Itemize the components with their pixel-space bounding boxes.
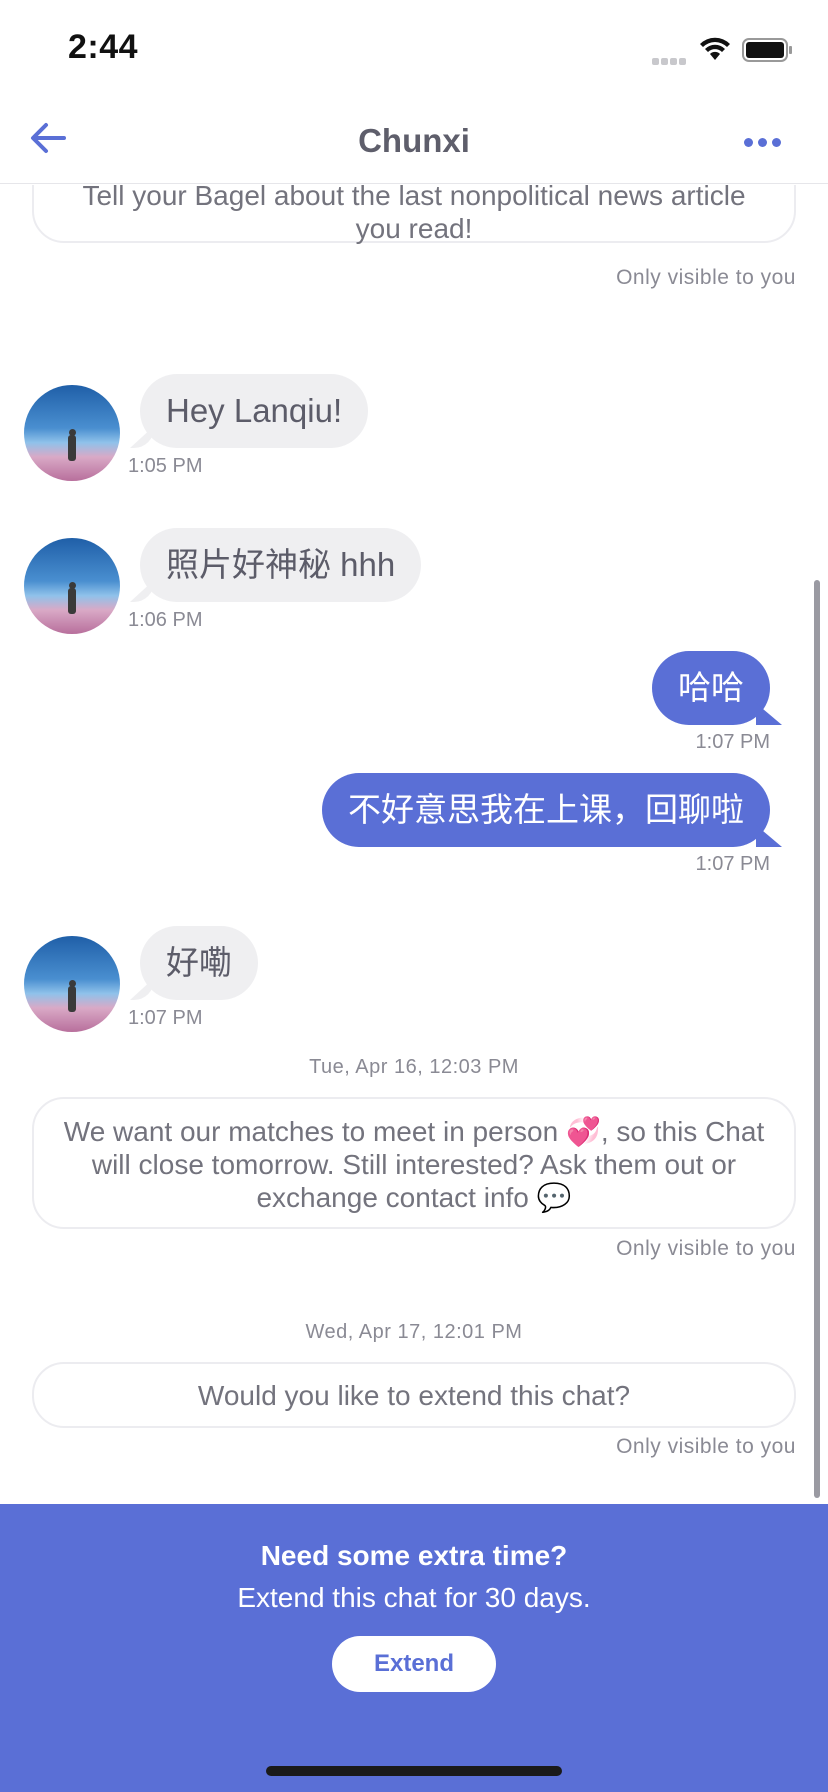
message-bubble-outgoing[interactable]: 哈哈: [652, 651, 770, 725]
extend-banner: Need some extra time? Extend this chat f…: [0, 1504, 828, 1792]
cellular-signal-icon: [652, 52, 692, 65]
avatar[interactable]: [24, 538, 120, 634]
scrollbar[interactable]: [814, 580, 820, 1498]
meet-in-person-card: We want our matches to meet in person 💞,…: [32, 1097, 796, 1229]
message-bubble-incoming[interactable]: 照片好神秘 hhh: [140, 528, 422, 602]
chat-title: Chunxi: [358, 122, 470, 159]
status-time: 2:44: [68, 28, 139, 66]
date-separator: Tue, Apr 16, 12:03 PM: [309, 1056, 519, 1078]
nav-bar: Chunxi: [0, 100, 828, 184]
date-separator: Wed, Apr 17, 12:01 PM: [305, 1321, 523, 1343]
avatar[interactable]: [24, 385, 120, 481]
message-timestamp: 1:06 PM: [128, 609, 203, 631]
battery-icon: [742, 38, 792, 62]
avatar[interactable]: [24, 936, 120, 1032]
extend-banner-title: Need some extra time?: [260, 1540, 568, 1571]
message-timestamp: 1:07 PM: [128, 1007, 203, 1029]
icebreaker-card: Tell your Bagel about the last nonpoliti…: [32, 185, 796, 244]
extend-chat-card: Would you like to extend this chat?: [32, 1362, 796, 1428]
message-bubble-incoming[interactable]: 好嘞: [140, 926, 258, 1000]
visibility-note: Only visible to you: [616, 266, 796, 289]
visibility-note: Only visible to you: [616, 1435, 796, 1458]
message-timestamp: 1:07 PM: [695, 731, 770, 753]
message-bubble-incoming[interactable]: Hey Lanqiu!: [140, 374, 369, 448]
visibility-note: Only visible to you: [616, 1237, 796, 1260]
message-timestamp: 1:07 PM: [695, 853, 770, 875]
wifi-icon: [700, 37, 730, 60]
home-indicator[interactable]: [266, 1766, 562, 1776]
extend-banner-subtitle: Extend this chat for 30 days.: [237, 1582, 591, 1613]
chat-thread[interactable]: Tell your Bagel about the last nonpoliti…: [0, 185, 828, 1504]
message-bubble-outgoing[interactable]: 不好意思我在上课，回聊啦: [322, 773, 770, 847]
more-options-icon[interactable]: [744, 134, 790, 148]
extend-button[interactable]: Extend: [332, 1636, 496, 1692]
message-timestamp: 1:05 PM: [128, 455, 203, 477]
status-bar: 2:44: [0, 0, 828, 100]
